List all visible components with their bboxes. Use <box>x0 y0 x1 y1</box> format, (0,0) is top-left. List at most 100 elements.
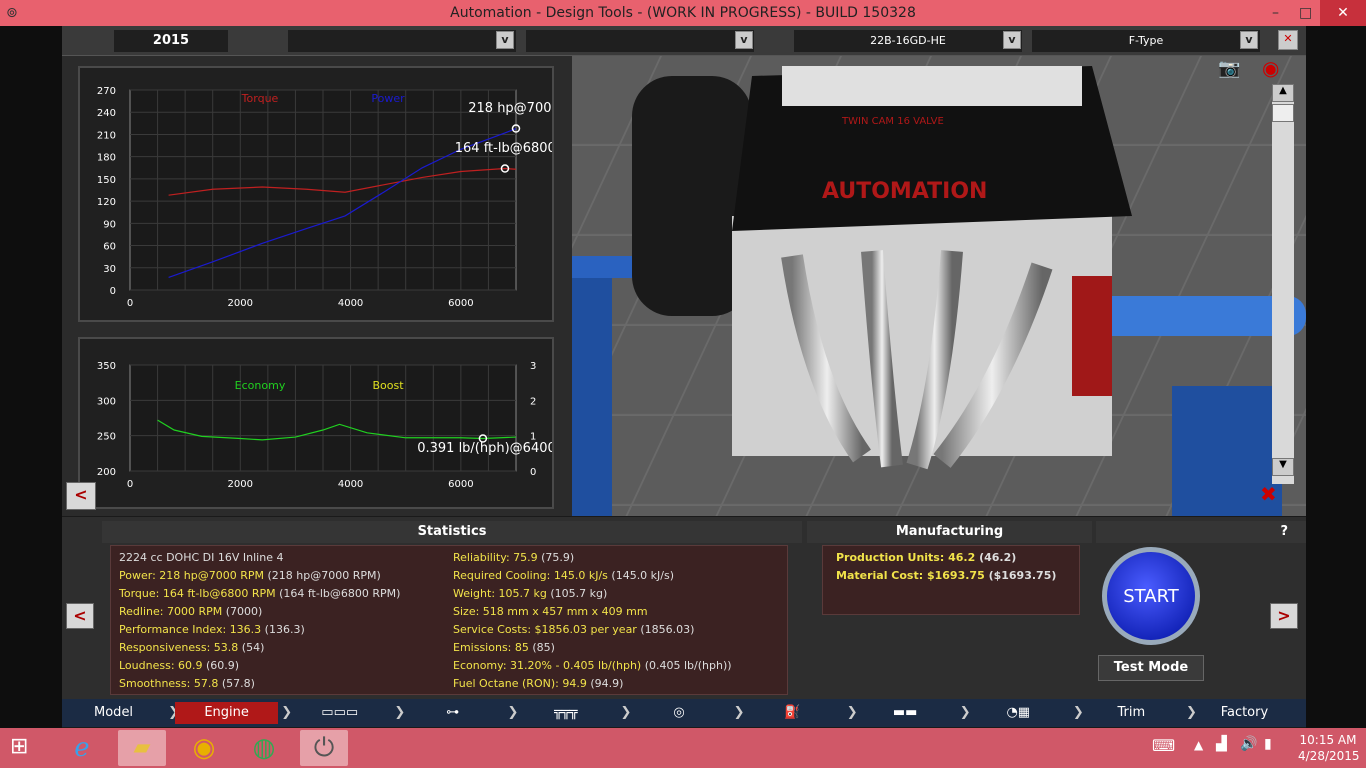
valvetrain-icon: ╦╦╦ <box>554 705 578 720</box>
nav-tab-label: Factory <box>1220 705 1269 720</box>
keyboard-icon[interactable]: ⌨ <box>1152 736 1175 755</box>
legend-label-torque: Torque <box>241 92 279 105</box>
start-label: START <box>1123 586 1179 607</box>
year-selector[interactable]: 2015 <box>114 30 228 52</box>
legend-label-boost: Boost <box>372 379 404 392</box>
stat-reference-value: (75.9) <box>537 551 575 564</box>
y2-tick-label: 2 <box>530 396 536 407</box>
stat-value: Loudness: 60.9 <box>119 659 203 672</box>
stat-row: Power: 218 hp@7000 RPM (218 hp@7000 RPM) <box>119 569 381 582</box>
y-tick-label: 270 <box>97 86 116 97</box>
nav-tab-label: Trim <box>1117 705 1146 720</box>
variant-dropdown-icon[interactable]: v <box>1240 31 1258 49</box>
nav-tab-fuel-system-icon[interactable]: ⛽ ❯ <box>741 702 858 724</box>
close-button[interactable]: ✕ <box>1320 0 1366 26</box>
exhaust-icon: ▬▬ <box>892 705 918 720</box>
stat-reference-value: (85) <box>528 641 555 654</box>
nav-tab-exhaust-icon[interactable]: ▬▬ ❯ <box>854 702 971 724</box>
clock-date[interactable]: 4/28/2015 <box>1298 749 1360 763</box>
family-selector[interactable] <box>288 30 516 52</box>
stat-value: Material Cost: $1693.75 <box>836 569 985 582</box>
stat-row: Size: 518 mm x 457 mm x 409 mm <box>453 605 648 618</box>
zoom-up-icon[interactable]: ▲ <box>1272 84 1294 102</box>
nav-tab-crankshaft-icon[interactable]: ⊶ ❯ <box>401 702 518 724</box>
x-tick-label: 4000 <box>338 298 363 309</box>
minimize-button[interactable]: – <box>1272 0 1279 26</box>
stats-next-button[interactable]: > <box>1270 603 1298 629</box>
chrome-icon[interactable]: ◍ <box>240 730 288 766</box>
help-icon[interactable]: ? <box>1096 521 1306 543</box>
stat-reference-value: (218 hp@7000 RPM) <box>263 569 381 582</box>
stat-value: Service Costs: $1856.03 per year <box>453 623 637 636</box>
zoom-down-icon[interactable]: ▼ <box>1272 458 1294 476</box>
crankshaft-icon: ⊶ <box>446 705 460 720</box>
stat-value: Power: 218 hp@7000 RPM <box>119 569 264 582</box>
right-margin <box>1306 26 1366 728</box>
stat-reference-value: (145.0 kJ/s) <box>607 569 675 582</box>
stat-reference-value: (60.9) <box>202 659 240 672</box>
stats-prev-button[interactable]: < <box>66 603 94 629</box>
y-tick-label: 180 <box>97 153 116 164</box>
y-tick-label: 120 <box>97 197 116 208</box>
close-design-icon[interactable]: ✕ <box>1278 30 1298 50</box>
camera-icon[interactable]: 📷 <box>1218 58 1240 79</box>
zoom-thumb[interactable] <box>1272 104 1294 122</box>
nav-tab-turbo-icon[interactable]: ◎ ❯ <box>627 702 744 724</box>
start-menu-icon[interactable]: ⊞ <box>10 734 28 759</box>
app-icon: ⊚ <box>6 5 18 21</box>
stat-row: Redline: 7000 RPM (7000) <box>119 605 262 618</box>
eye-icon[interactable]: ◉ <box>1262 56 1279 80</box>
stat-reference-value: (57.8) <box>218 677 255 690</box>
engine-selector[interactable]: 22B-16GD-HE <box>794 30 1022 52</box>
automation-app-icon[interactable]: ⏻ <box>300 730 348 766</box>
stat-reference-value: (46.2) <box>975 551 1017 564</box>
stat-value: Weight: 105.7 kg <box>453 587 547 600</box>
stat-row: Economy: 31.20% - 0.405 lb/(hph) (0.405 … <box>453 659 732 672</box>
zoom-scrollbar[interactable] <box>1272 84 1294 484</box>
x-tick-label: 0 <box>127 479 133 490</box>
nav-tab-gauges-icon[interactable]: ◔▦ ❯ <box>967 702 1083 724</box>
network-icon[interactable]: ▟ <box>1216 736 1227 752</box>
stat-row: Material Cost: $1693.75 ($1693.75) <box>836 569 1056 582</box>
y-tick-label: 250 <box>97 432 116 443</box>
nav-tab-valvetrain-icon[interactable]: ╦╦╦ ❯ <box>514 702 631 724</box>
clock-time[interactable]: 10:15 AM <box>1298 733 1358 747</box>
battery-icon[interactable]: ▮ <box>1264 736 1272 752</box>
engine-block-icon: ▭▭▭ <box>321 705 359 720</box>
x-tick-label: 4000 <box>338 479 363 490</box>
reset-view-icon[interactable]: ✖ <box>1260 482 1277 506</box>
stat-row: Required Cooling: 145.0 kJ/s (145.0 kJ/s… <box>453 569 674 582</box>
annotation-label: 0.391 lb/(hph)@6400 RPM <box>417 441 552 456</box>
nav-tab-trim[interactable]: Trim ❯ <box>1080 702 1197 724</box>
volume-icon[interactable]: 🔊 <box>1240 736 1257 752</box>
stat-value: Reliability: 75.9 <box>453 551 538 564</box>
y2-tick-label: 3 <box>530 361 536 372</box>
engine-dropdown-icon[interactable]: v <box>1003 31 1021 49</box>
media-player-icon[interactable]: ◉ <box>180 730 228 766</box>
test-mode-button[interactable]: Test Mode <box>1098 655 1204 681</box>
variant-family-selector[interactable] <box>526 30 754 52</box>
file-explorer-icon[interactable]: ▰ <box>118 730 166 766</box>
economy-boost-svg: 20025030035001230 2000 4000 6000Economy Boos… <box>97 361 588 490</box>
variant-selector[interactable]: F-Type <box>1032 30 1260 52</box>
nav-tab-engine[interactable]: Engine ❯ <box>175 702 292 724</box>
internet-explorer-icon[interactable]: ℯ <box>58 730 106 766</box>
maximize-button[interactable]: □ <box>1299 0 1312 26</box>
nav-tab-model[interactable]: Model ❯ <box>62 702 179 724</box>
engine-3d-viewport[interactable]: AUTOMATION TWIN CAM 16 VALVE 📷 ◉ ▲ ▼ ✖ <box>572 56 1306 516</box>
family-dropdown-icon[interactable]: v <box>496 31 514 49</box>
start-button[interactable]: START <box>1102 547 1200 645</box>
tray-expand-icon[interactable]: ▲ <box>1194 738 1203 752</box>
economy-boost-chart: 200 250 300 350 0 1 2 3 0 2000 4000 6000 Economy Boos… <box>78 337 588 509</box>
variant-family-dropdown-icon[interactable]: v <box>735 31 753 49</box>
x-tick-label: 2000 <box>228 298 253 309</box>
y-tick-label: 150 <box>97 175 116 186</box>
nav-tab-factory[interactable]: Factory <box>1193 702 1296 724</box>
nav-tab-engine-block-icon[interactable]: ▭▭▭ ❯ <box>288 702 405 724</box>
nav-tab-label: Engine <box>204 705 249 720</box>
charts-back-button[interactable]: < <box>66 482 96 510</box>
stat-row: Performance Index: 136.3 (136.3) <box>119 623 305 636</box>
stat-row: Weight: 105.7 kg (105.7 kg) <box>453 587 607 600</box>
statistics-area: Statistics Manufacturing ? < > START Tes… <box>62 517 1306 699</box>
x-tick-label: 0 <box>127 298 133 309</box>
